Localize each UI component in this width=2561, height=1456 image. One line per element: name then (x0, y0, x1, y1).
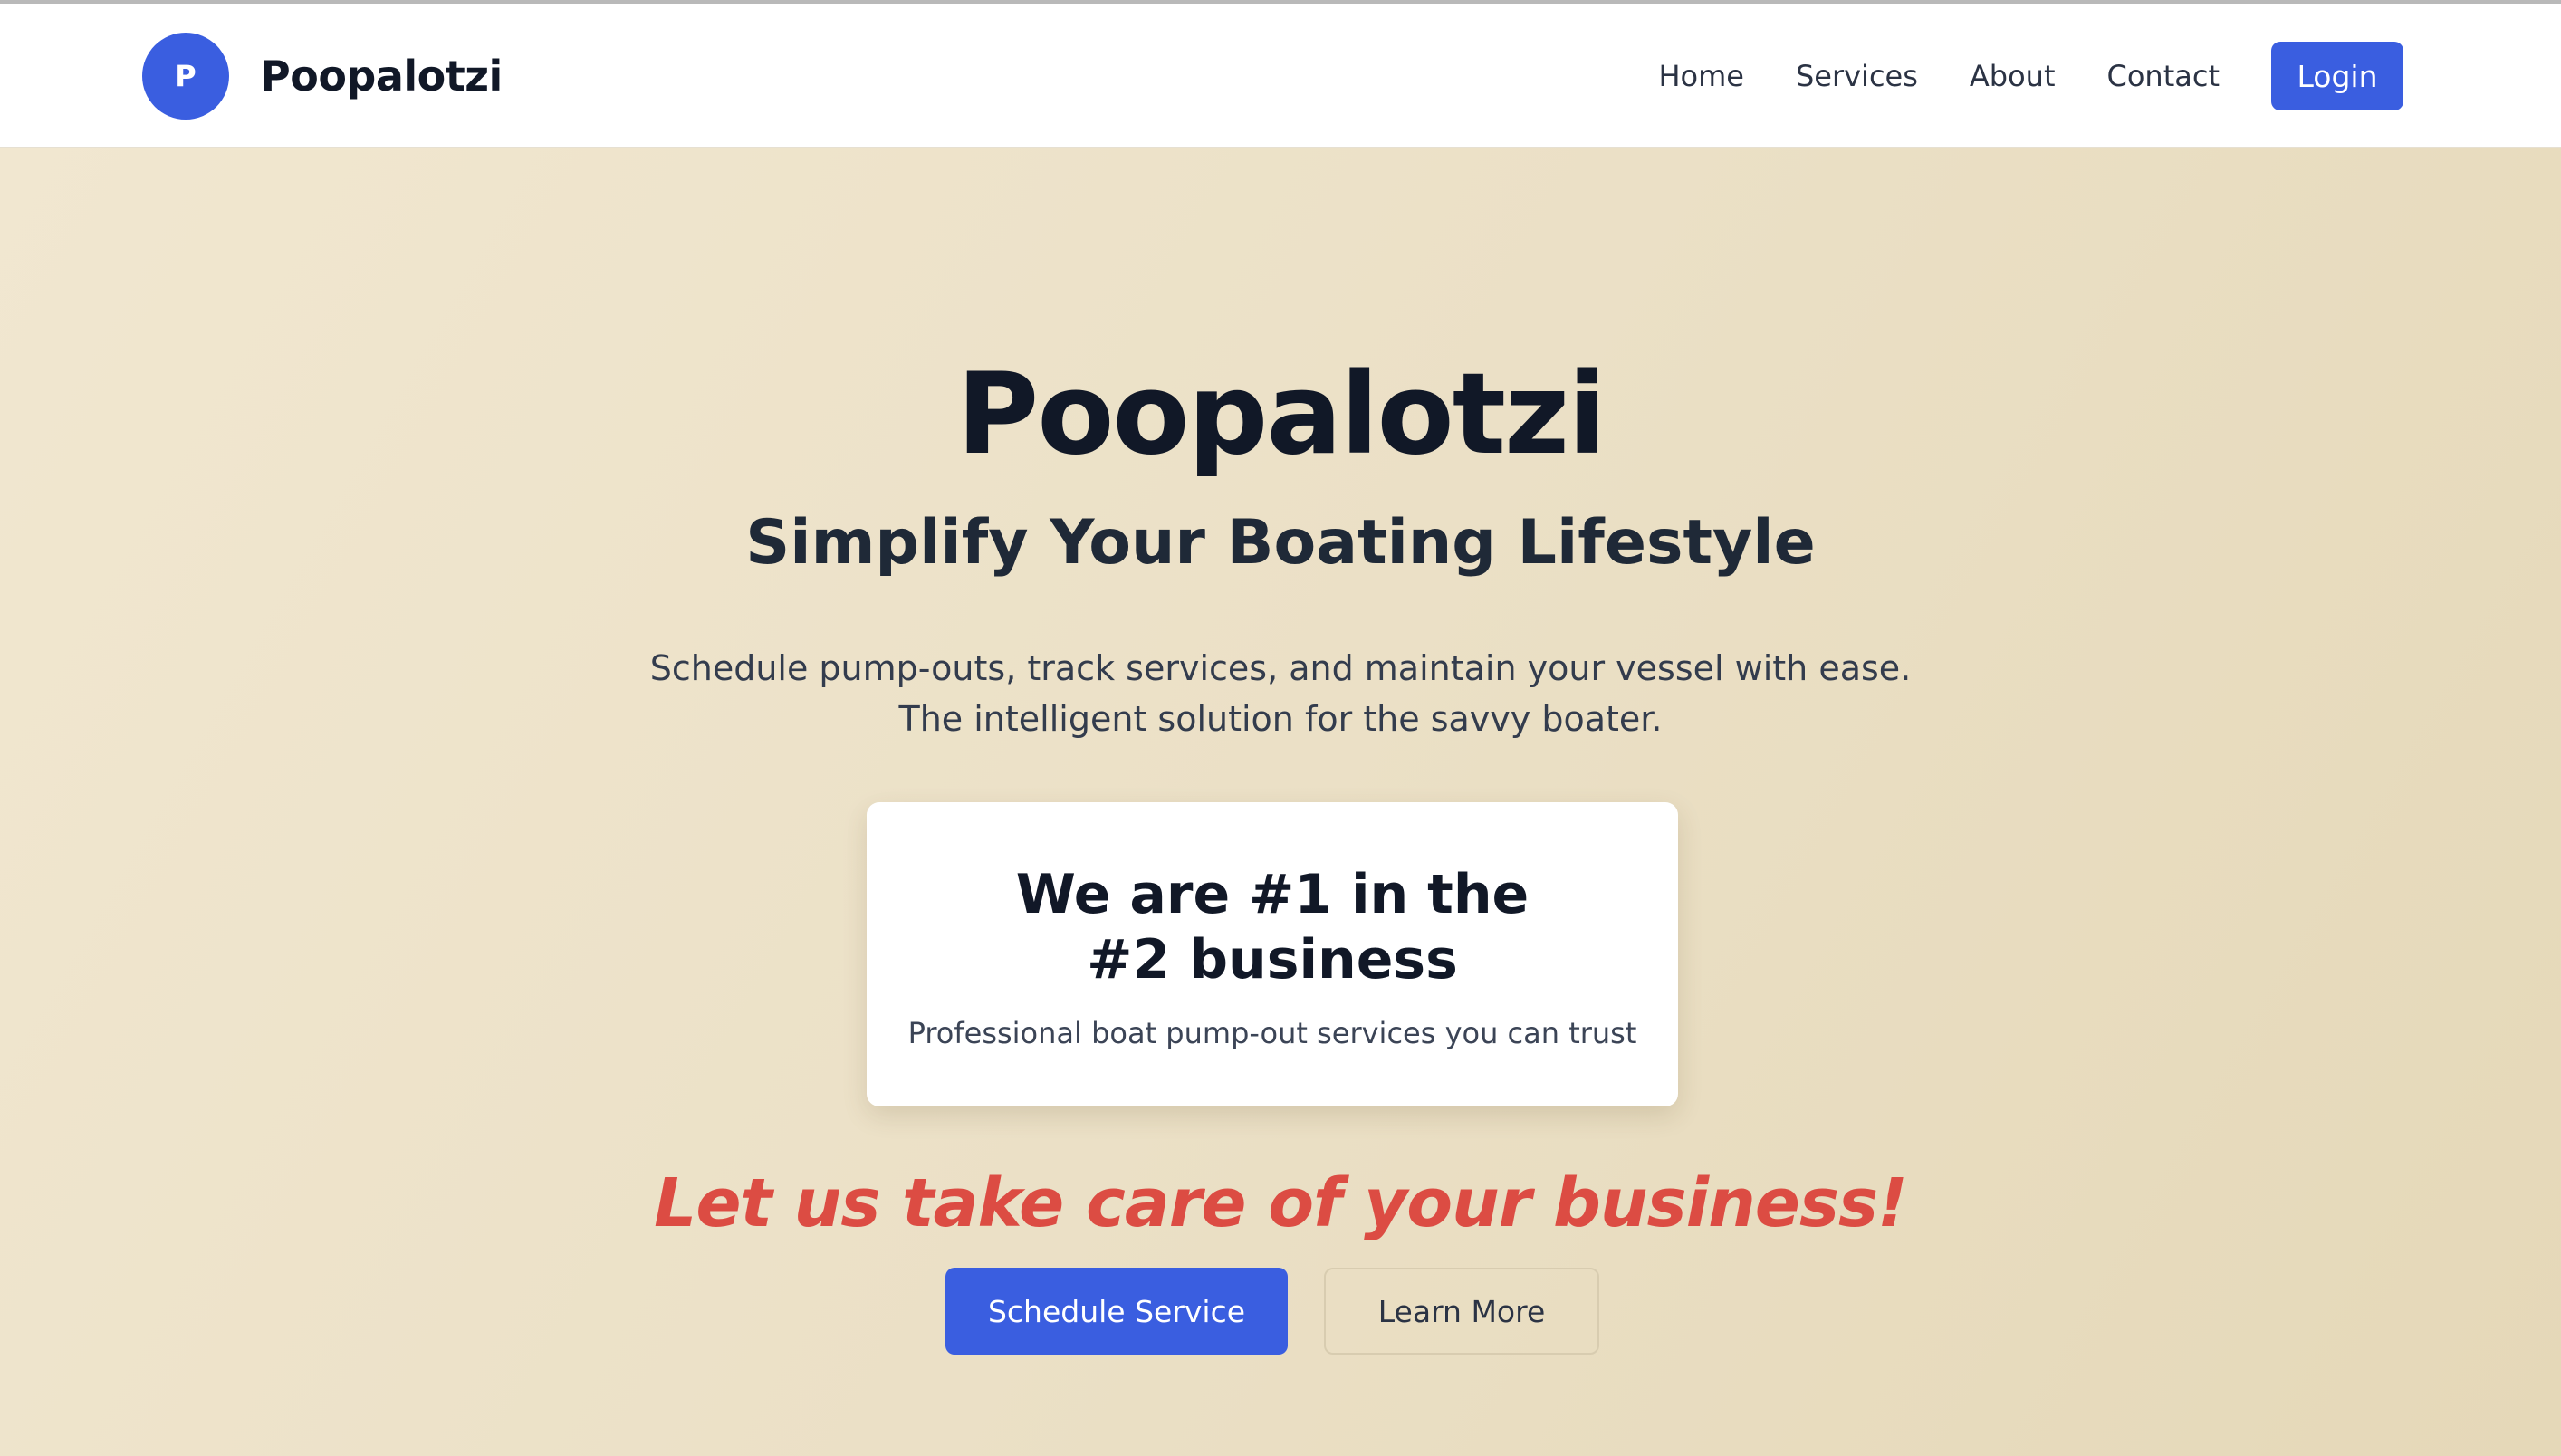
hero-title: Poopalotzi (956, 350, 1606, 480)
hero-description-line-2: The intelligent solution for the savvy b… (898, 699, 1663, 739)
slogan-card-subtitle: Professional boat pump-out services you … (907, 1016, 1637, 1050)
nav-contact-link[interactable]: Contact (2107, 59, 2220, 93)
schedule-service-button[interactable]: Schedule Service (945, 1268, 1288, 1355)
main-nav: Home Services About Contact Login (1658, 42, 2403, 110)
learn-more-button[interactable]: Learn More (1324, 1268, 1599, 1355)
hero-subtitle: Simplify Your Boating Lifestyle (745, 507, 1816, 579)
slogan-card-title: We are #1 in the #2 business (1015, 863, 1530, 991)
logo-letter: P (175, 59, 197, 93)
login-button[interactable]: Login (2271, 42, 2403, 110)
slogan-card: We are #1 in the #2 business Professiona… (867, 802, 1678, 1106)
nav-services-link[interactable]: Services (1796, 59, 1918, 93)
brand-name: Poopalotzi (260, 52, 503, 101)
hero-tagline: Let us take care of your business! (654, 1164, 1908, 1242)
hero-section: Poopalotzi Simplify Your Boating Lifesty… (0, 148, 2561, 1456)
logo-icon: P (142, 33, 229, 120)
nav-home-link[interactable]: Home (1658, 59, 1744, 93)
brand[interactable]: P Poopalotzi (142, 33, 503, 120)
hero-description-line-1: Schedule pump-outs, track services, and … (649, 648, 1912, 688)
hero-description: Schedule pump-outs, track services, and … (0, 643, 2561, 744)
nav-about-link[interactable]: About (1970, 59, 2056, 93)
site-header: P Poopalotzi Home Services About Contact… (0, 4, 2561, 148)
